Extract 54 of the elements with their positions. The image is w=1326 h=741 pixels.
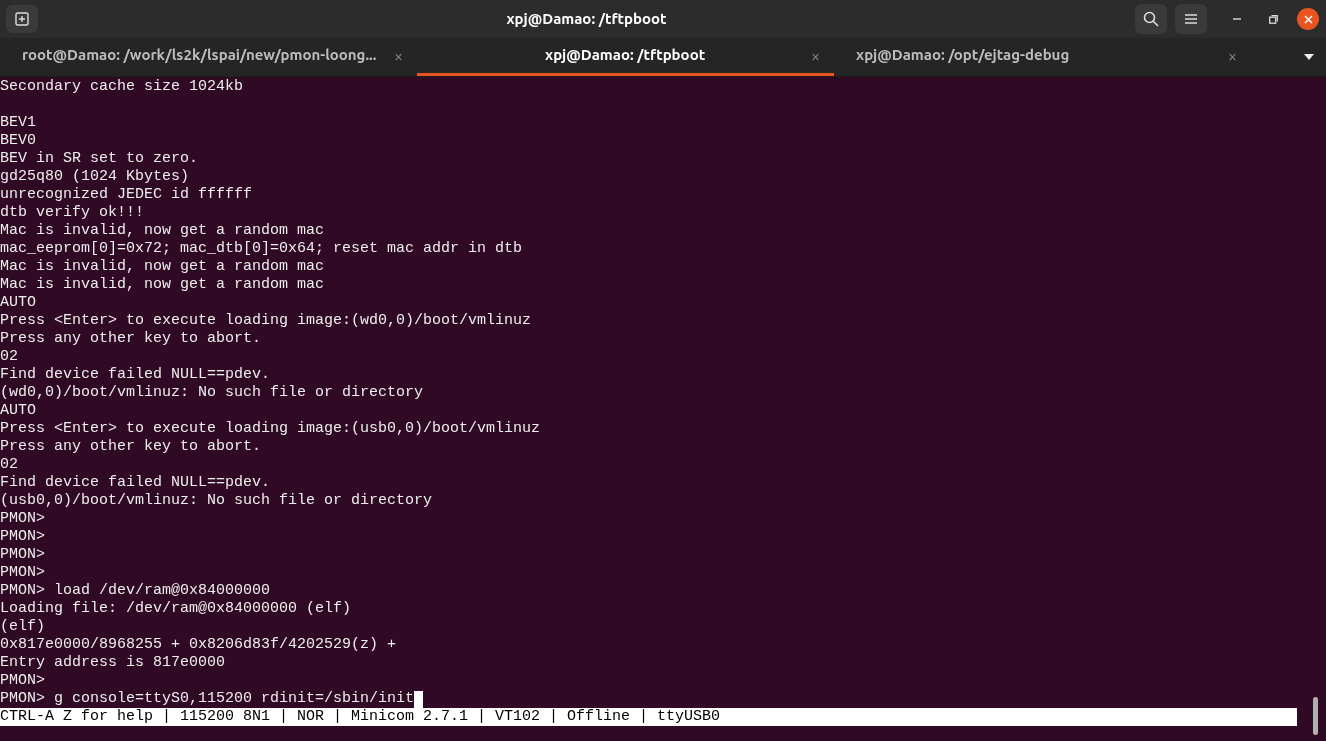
terminal-line: Press any other key to abort. [0,330,262,348]
menu-icon [1185,14,1197,24]
terminal-line: mac_eeprom[0]=0x72; mac_dtb[0]=0x64; reset mac addr in dtb [0,240,523,258]
terminal-line: BEV in SR set to zero. [0,150,199,168]
terminal-line: Press <Enter> to execute loading image:(usb0,0)/boot/vmlinuz [0,420,541,438]
terminal-line: Entry address is 817e0000 [0,654,226,672]
close-icon [1303,14,1313,24]
terminal-line: Loading file: /dev/ram@0x84000000 (elf) [0,600,352,618]
restore-icon [1268,14,1278,24]
tab-close-button[interactable]: × [393,43,403,68]
window-title: xpj@Damao: /tftpboot [506,8,667,29]
terminal-line: 0x817e0000/8968255 + 0x8206d83f/4202529(z) + [0,636,397,654]
minimize-icon [1233,18,1241,20]
terminal-line: PMON> g console=ttyS0,115200 rdinit=/sbin/init [0,690,415,708]
terminal-line: (usb0,0)/boot/vmlinuz: No such file or directory [0,492,433,510]
search-icon [1143,11,1159,27]
terminal-line: (elf) [0,618,45,636]
terminal-line: PMON> [0,564,45,582]
terminal-line: BEV0 [0,132,36,150]
terminal-line: Mac is invalid, now get a random mac [0,222,325,240]
tab-close-button[interactable]: × [810,43,820,68]
terminal-line: Press <Enter> to execute loading image:(wd0,0)/boot/vmlinuz [0,312,532,330]
status-bar: CTRL-A Z for help | 115200 8N1 | NOR | Minicom 2.7.1 | VT102 | Offline | ttyUSB0 [0,708,1297,726]
terminal-line: AUTO [0,402,36,420]
tab[interactable]: root@Damao: /work/ls2k/lspai/new/pmon-loong... × [0,38,417,76]
close-button[interactable] [1297,8,1319,30]
terminal-line: 02 [0,456,18,474]
terminal-line: Press any other key to abort. [0,438,262,456]
terminal-line: Find device failed NULL==pdev. [0,366,271,384]
terminal-line: Mac is invalid, now get a random mac [0,276,325,294]
terminal-line: unrecognized JEDEC id ffffff [0,186,253,204]
terminal-line: PMON> [0,528,45,546]
terminal-line: PMON> [0,672,45,690]
terminal-line: gd25q80 (1024 Kbytes) [0,168,190,186]
caret-down-icon [1303,54,1314,60]
terminal-line: Find device failed NULL==pdev. [0,474,271,492]
terminal-line: Secondary cache size 1024kb [0,78,244,96]
terminal-line: PMON> load /dev/ram@0x84000000 [0,582,271,600]
tab[interactable]: xpj@Damao: /tftpboot × [417,38,834,76]
terminal-line: PMON> [0,510,45,528]
tab-close-button[interactable]: × [1227,43,1237,68]
new-tab-button[interactable] [6,5,38,33]
terminal-line: (wd0,0)/boot/vmlinuz: No such file or directory [0,384,424,402]
search-button[interactable] [1135,4,1167,34]
terminal-line: AUTO [0,294,36,312]
scrollbar-thumb[interactable] [1313,697,1318,735]
terminal-line: PMON> [0,546,45,564]
terminal-line: dtb verify ok!!! [0,204,145,222]
menu-button[interactable] [1175,4,1207,34]
terminal-line: Mac is invalid, now get a random mac [0,258,325,276]
terminal-line: 02 [0,348,18,366]
new-tab-icon [15,12,29,26]
terminal-line: BEV1 [0,114,36,132]
tab[interactable]: xpj@Damao: /opt/ejtag-debug × [834,38,1251,76]
